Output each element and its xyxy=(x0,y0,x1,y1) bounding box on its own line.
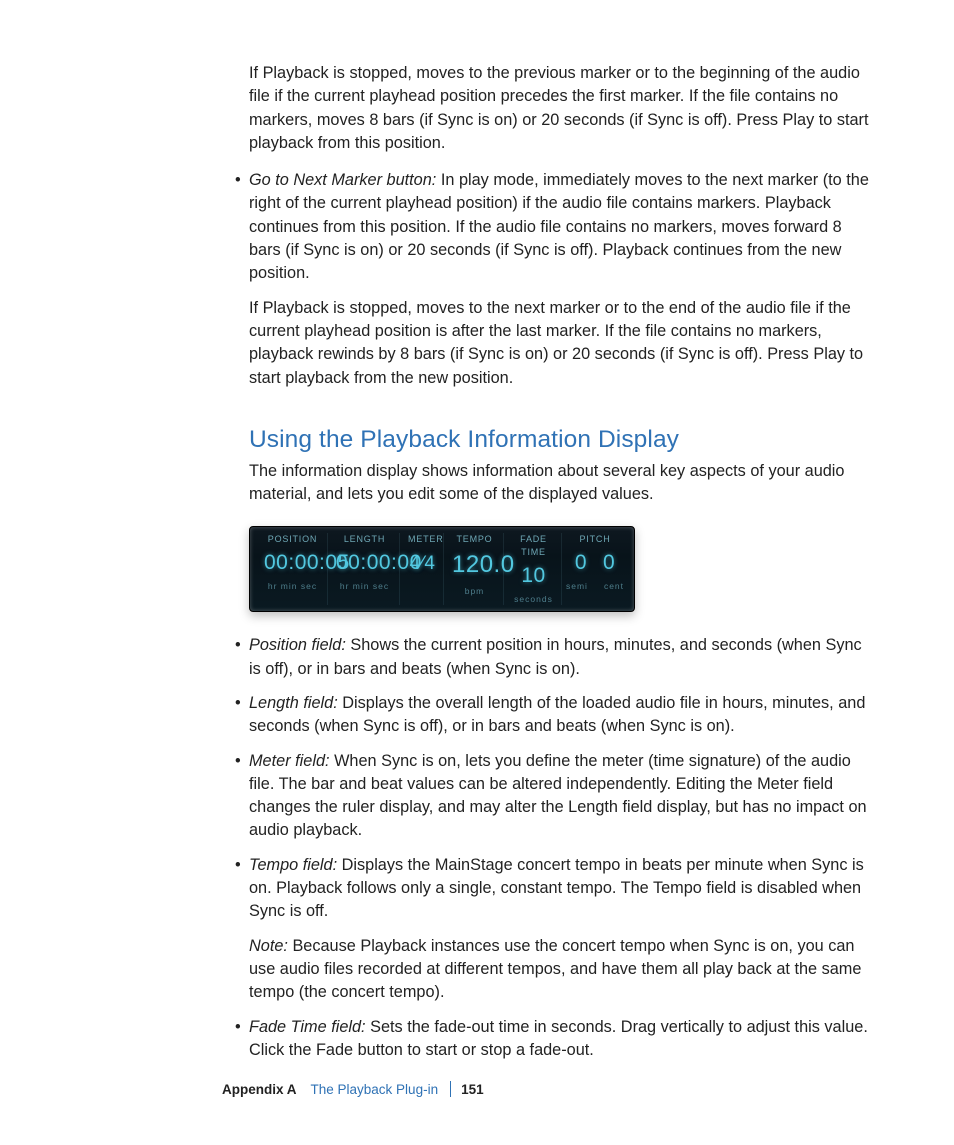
footer-appendix: Appendix A xyxy=(222,1080,297,1099)
display-pitch[interactable]: PITCH 0 0 semi cent xyxy=(564,533,626,605)
label-tempo: TEMPO xyxy=(452,533,497,546)
para-prev-stopped: If Playback is stopped, moves to the pre… xyxy=(249,62,874,155)
label-fade: FADE TIME xyxy=(512,533,555,559)
bullet-tempo-field: • Tempo field: Displays the MainStage co… xyxy=(249,854,874,924)
term-next-marker: Go to Next Marker button: xyxy=(249,171,436,189)
section-heading: Using the Playback Information Display xyxy=(249,422,874,457)
bullet-next-marker: • Go to Next Marker button: In play mode… xyxy=(249,169,874,285)
display-length[interactable]: LENGTH 00:00:00 hr min sec xyxy=(330,533,400,605)
note-term: Note: xyxy=(249,937,288,955)
value-tempo: 120.0 xyxy=(452,548,497,582)
bullet-position-field: • Position field: Shows the current posi… xyxy=(249,634,874,681)
label-meter: METER xyxy=(408,533,437,546)
note-tempo: Note: Because Playback instances use the… xyxy=(249,935,874,1005)
display-tempo[interactable]: TEMPO 120.0 bpm xyxy=(446,533,504,605)
value-fade: 10 xyxy=(512,561,555,591)
term-tempo: Tempo field: xyxy=(249,856,337,874)
value-position: 00:00:05 xyxy=(264,548,321,578)
term-length: Length field: xyxy=(249,694,338,712)
value-length: 00:00:00 xyxy=(336,548,393,578)
playback-info-display: POSITION 00:00:05 hr min sec LENGTH 00:0… xyxy=(249,526,635,612)
sub-pitch-cent: cent xyxy=(604,580,624,592)
sub-fade: seconds xyxy=(512,593,555,605)
bullet-glyph: • xyxy=(235,750,241,773)
sub-pitch-semi: semi xyxy=(566,580,588,592)
display-position[interactable]: POSITION 00:00:05 hr min sec xyxy=(258,533,328,605)
desc-tempo: Displays the MainStage concert tempo in … xyxy=(249,856,864,921)
desc-meter: When Sync is on, lets you define the met… xyxy=(249,752,867,840)
footer-title: The Playback Plug-in xyxy=(311,1080,439,1099)
value-pitch-semi: 0 xyxy=(575,548,587,578)
label-position: POSITION xyxy=(264,533,321,546)
bullet-glyph: • xyxy=(235,854,241,877)
bullet-glyph: • xyxy=(235,1016,241,1039)
sub-length: hr min sec xyxy=(336,580,393,592)
bullet-meter-field: • Meter field: When Sync is on, lets you… xyxy=(249,750,874,843)
label-length: LENGTH xyxy=(336,533,393,546)
section-intro: The information display shows informatio… xyxy=(249,460,874,507)
bullet-glyph: • xyxy=(235,692,241,715)
bullet-length-field: • Length field: Displays the overall len… xyxy=(249,692,874,739)
bullet-glyph: • xyxy=(235,634,241,657)
sub-position: hr min sec xyxy=(264,580,321,592)
desc-length: Displays the overall length of the loade… xyxy=(249,694,865,735)
value-pitch-cent: 0 xyxy=(603,548,615,578)
bullet-glyph: • xyxy=(235,169,241,192)
page-footer: Appendix A The Playback Plug-in 151 xyxy=(222,1080,881,1099)
term-position: Position field: xyxy=(249,636,346,654)
term-fade: Fade Time field: xyxy=(249,1018,366,1036)
footer-page-number: 151 xyxy=(461,1080,484,1099)
bullet-fade-field: • Fade Time field: Sets the fade-out tim… xyxy=(249,1016,874,1063)
sub-tempo: bpm xyxy=(452,585,497,597)
note-desc: Because Playback instances use the conce… xyxy=(249,937,861,1002)
term-meter: Meter field: xyxy=(249,752,330,770)
display-fade[interactable]: FADE TIME 10 seconds xyxy=(506,533,562,605)
footer-rule xyxy=(450,1081,451,1097)
label-pitch: PITCH xyxy=(570,533,620,546)
display-meter[interactable]: METER 4⁄4 xyxy=(402,533,444,605)
para-next-stopped: If Playback is stopped, moves to the nex… xyxy=(249,297,874,390)
value-meter: 4⁄4 xyxy=(408,550,437,577)
